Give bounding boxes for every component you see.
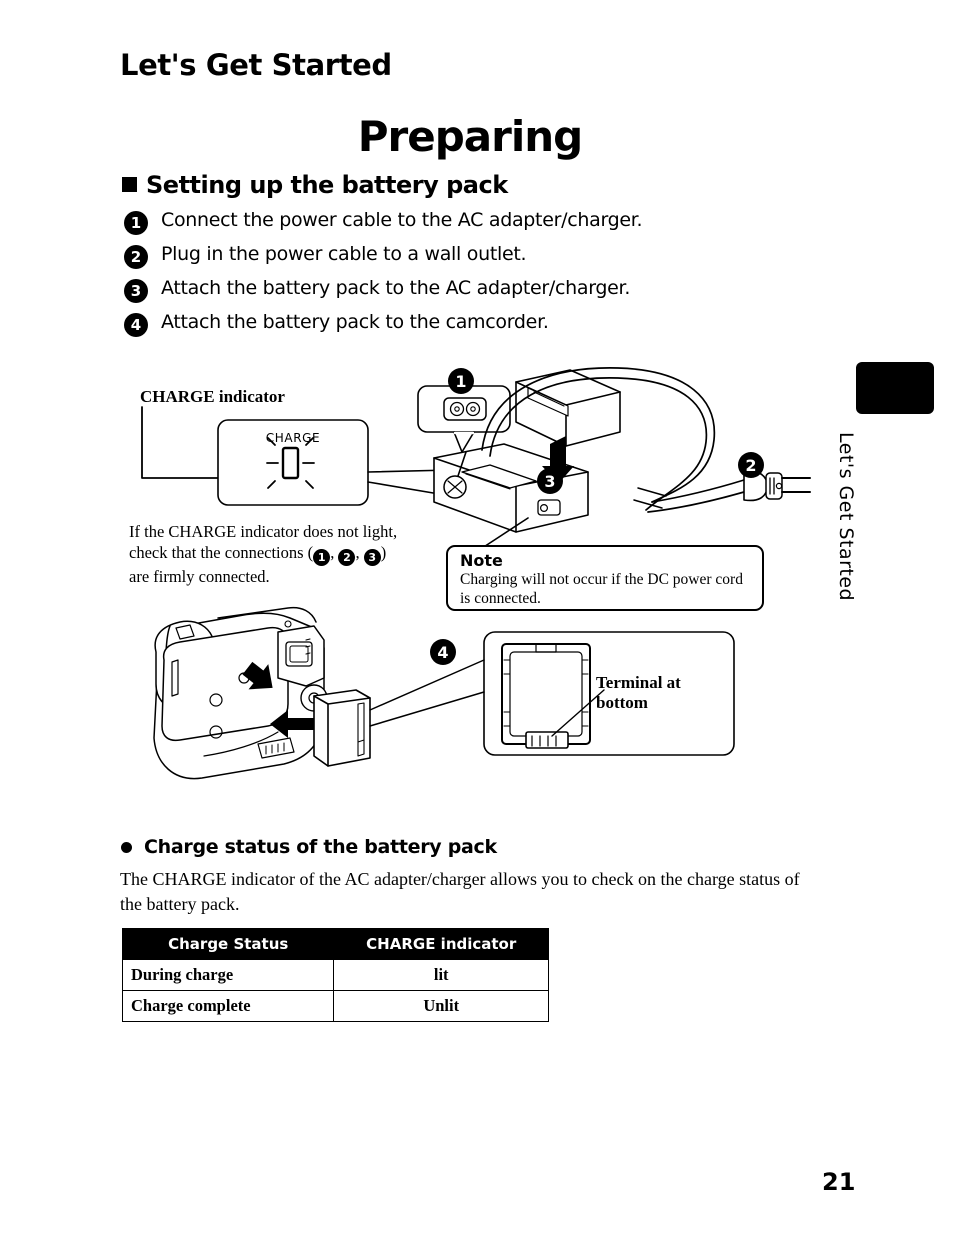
- cell-status-0: During charge: [121, 959, 335, 991]
- step-number-badge: 3: [124, 279, 148, 303]
- note-callout: Note Charging will not occur if the DC p…: [446, 545, 764, 611]
- cell-status-1: Charge complete: [121, 990, 335, 1022]
- charge-indicator-note: If the CHARGE indicator does not light, …: [129, 522, 398, 586]
- column-header-charge-indicator: CHARGE indicator: [333, 928, 549, 960]
- callout-marker-4: 4: [430, 639, 456, 665]
- charge-status-table: Charge Status CHARGE indicator During ch…: [121, 928, 549, 1022]
- note-title: Note: [460, 551, 503, 570]
- inline-step-ref-1: 1: [313, 549, 331, 566]
- chapter-tab-marker: [856, 362, 934, 414]
- table-header-row: Charge Status CHARGE indicator: [121, 928, 549, 960]
- charge-note-line2-post: ): [380, 543, 387, 562]
- charge-note-line1: If the CHARGE indicator does not light,: [129, 522, 398, 541]
- terminal-at-bottom-label: Terminal at bottom: [596, 673, 681, 713]
- step-text: Attach the battery pack to the AC adapte…: [161, 277, 631, 299]
- cell-indicator-1: Unlit: [333, 990, 549, 1022]
- note-body: Charging will not occur if the DC power …: [460, 571, 743, 607]
- page-number: 21: [822, 1168, 856, 1196]
- step-text: Attach the battery pack to the camcorder…: [161, 311, 549, 333]
- step-number-badge: 1: [124, 211, 148, 235]
- section-heading-label: Setting up the battery pack: [146, 171, 508, 199]
- callout-marker-3: 3: [537, 468, 563, 494]
- list-item: 2 Plug in the power cable to a wall outl…: [124, 243, 642, 277]
- table-row: Charge complete Unlit: [121, 990, 549, 1022]
- step-number-badge: 2: [124, 245, 148, 269]
- column-header-charge-status: Charge Status: [121, 928, 335, 960]
- square-bullet-icon: [122, 176, 137, 192]
- inline-step-ref-3: 3: [363, 549, 381, 566]
- step-text: Connect the power cable to the AC adapte…: [161, 209, 643, 231]
- charge-status-heading-label: Charge status of the battery pack: [144, 836, 497, 858]
- charge-indicator-label: CHARGE indicator: [140, 387, 285, 406]
- list-item: 3 Attach the battery pack to the AC adap…: [124, 277, 642, 311]
- charge-note-line2-pre: check that the connections (: [129, 543, 314, 562]
- table-row: During charge lit: [121, 959, 549, 991]
- charge-status-heading: Charge status of the battery pack: [121, 836, 497, 858]
- steps-list: 1 Connect the power cable to the AC adap…: [124, 209, 643, 345]
- charge-status-body: The CHARGE indicator of the AC adapter/c…: [120, 869, 800, 914]
- step-number-badge: 4: [124, 313, 148, 337]
- svg-text:CHARGE: CHARGE: [266, 431, 320, 445]
- callout-marker-2: 2: [738, 452, 764, 478]
- inline-step-ref-2: 2: [338, 549, 356, 566]
- step-text: Plug in the power cable to a wall outlet…: [161, 243, 527, 265]
- section-heading: Setting up the battery pack: [122, 171, 508, 199]
- chapter-title: Let's Get Started: [120, 48, 392, 82]
- terminal-label-line1: Terminal at: [596, 673, 681, 692]
- round-bullet-icon: [121, 841, 132, 853]
- list-item: 1 Connect the power cable to the AC adap…: [124, 209, 643, 243]
- terminal-label-line2: bottom: [596, 693, 648, 712]
- chapter-tab-label: Let's Get Started: [835, 432, 857, 602]
- cell-indicator-0: lit: [333, 959, 549, 991]
- charge-note-line3: are firmly connected.: [129, 567, 270, 586]
- manual-page: Let's Get Started Preparing Setting up t…: [0, 0, 954, 1235]
- callout-marker-1: 1: [448, 368, 474, 394]
- page-title: Preparing: [357, 112, 583, 161]
- list-item: 4 Attach the battery pack to the camcord…: [124, 311, 642, 345]
